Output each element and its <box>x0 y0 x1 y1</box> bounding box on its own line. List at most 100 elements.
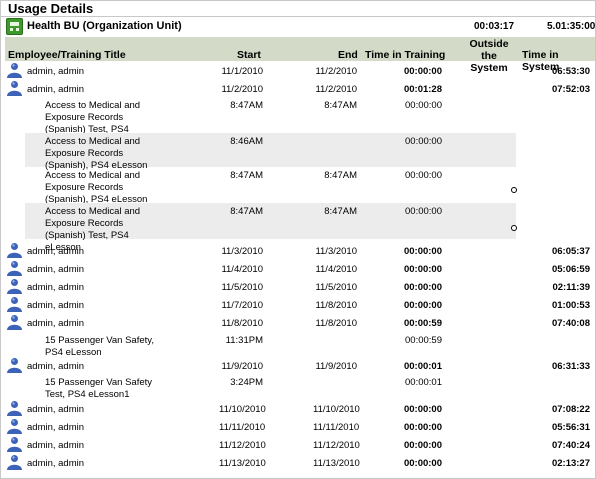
start-date: 11/5/2010 <box>221 282 263 293</box>
page-title: Usage Details <box>8 1 94 16</box>
end-date: 11/8/2010 <box>315 300 357 311</box>
start-date: 11/2/2010 <box>221 84 263 95</box>
org-total-system: 5.01:35:00 <box>547 21 596 32</box>
column-header-start[interactable]: Start <box>237 49 261 61</box>
training-row[interactable]: 15 Passenger Van Safety, PS4 eLesson 11:… <box>25 332 516 358</box>
training-start: 8:46AM <box>230 136 263 147</box>
start-date: 11/9/2010 <box>221 361 263 372</box>
time-in-system: 01:00:53 <box>551 300 590 311</box>
user-icon <box>6 357 23 374</box>
column-header-employee[interactable]: Employee/Training Title <box>8 49 126 61</box>
training-start: 11:31PM <box>225 335 263 346</box>
employee-name[interactable]: admin, admin <box>27 300 84 311</box>
end-date: 11/9/2010 <box>315 361 357 372</box>
training-title[interactable]: Access to Medical and Exposure Records (… <box>45 170 165 206</box>
employee-name[interactable]: admin, admin <box>27 282 84 293</box>
user-icon <box>6 278 23 295</box>
training-row[interactable]: Access to Medical and Exposure Records (… <box>25 97 516 147</box>
end-date: 11/5/2010 <box>315 282 357 293</box>
time-in-system: 07:52:03 <box>551 84 590 95</box>
end-date: 11/11/2010 <box>313 422 360 433</box>
time-in-system: 05:56:31 <box>551 422 590 433</box>
org-unit-row[interactable]: Health BU (Organization Unit) 00:03:17 5… <box>1 17 595 36</box>
employee-name[interactable]: admin, admin <box>27 404 84 415</box>
user-icon <box>6 454 23 471</box>
employee-name[interactable]: admin, admin <box>27 66 84 77</box>
time-in-system: 06:53:30 <box>551 66 590 77</box>
table-row[interactable]: admin, admin 11/2/2010 11/2/2010 00:01:2… <box>1 79 595 97</box>
time-in-training: 00:00:00 <box>403 246 442 257</box>
training-start: 3:24PM <box>230 377 263 388</box>
employee-name[interactable]: admin, admin <box>27 246 84 257</box>
org-total-training: 00:03:17 <box>474 21 515 32</box>
employee-name[interactable]: admin, admin <box>27 440 84 451</box>
time-in-system: 07:40:24 <box>551 440 590 451</box>
table-row[interactable]: admin, admin 11/7/2010 11/8/2010 00:00:0… <box>1 295 595 313</box>
employee-name[interactable]: admin, admin <box>27 264 84 275</box>
end-date: 11/4/2010 <box>315 264 357 275</box>
table-row[interactable]: admin, admin 11/11/2010 11/11/2010 00:00… <box>1 417 595 435</box>
time-in-training: 00:00:00 <box>403 458 442 469</box>
user-icon <box>6 62 23 79</box>
end-date: 11/8/2010 <box>315 318 357 329</box>
employee-name[interactable]: admin, admin <box>27 84 84 95</box>
employee-name[interactable]: admin, admin <box>27 318 84 329</box>
training-time: 00:00:00 <box>405 206 442 217</box>
table-row[interactable]: admin, admin 11/1/2010 11/2/2010 00:00:0… <box>1 61 595 79</box>
time-in-training: 00:00:00 <box>403 66 442 77</box>
table-header: Employee/Training Title Start End Time i… <box>5 37 595 74</box>
table-row[interactable]: admin, admin 11/3/2010 11/3/2010 00:00:0… <box>1 241 595 259</box>
time-in-system: 07:40:08 <box>551 318 590 329</box>
start-date: 11/13/2010 <box>219 458 266 469</box>
start-date: 11/4/2010 <box>221 264 263 275</box>
training-time: 00:00:00 <box>405 100 442 111</box>
training-row[interactable]: Access to Medical and Exposure Records (… <box>25 167 517 206</box>
employee-name[interactable]: admin, admin <box>27 422 84 433</box>
user-icon <box>6 436 23 453</box>
usage-details-report: Usage Details Health BU (Organization Un… <box>0 0 596 479</box>
start-date: 11/7/2010 <box>221 300 263 311</box>
table-row[interactable]: admin, admin 11/8/2010 11/8/2010 00:00:5… <box>1 313 595 331</box>
training-end: 8:47AM <box>324 170 357 181</box>
time-in-training: 00:00:00 <box>403 440 442 451</box>
column-header-time-in-training[interactable]: Time in Training <box>365 49 445 61</box>
table-row[interactable]: admin, admin 11/5/2010 11/5/2010 00:00:0… <box>1 277 595 295</box>
time-in-system: 05:06:59 <box>551 264 590 275</box>
start-date: 11/8/2010 <box>221 318 263 329</box>
training-end: 8:47AM <box>324 100 357 111</box>
training-start: 8:47AM <box>230 206 263 217</box>
table-row[interactable]: admin, admin 11/10/2010 11/10/2010 00:00… <box>1 399 595 417</box>
training-row[interactable]: 15 Passenger Van Safety Test, PS4 eLesso… <box>25 374 516 400</box>
org-unit-icon <box>6 18 23 35</box>
time-in-training: 00:00:00 <box>403 404 442 415</box>
table-row[interactable]: admin, admin 11/13/2010 11/13/2010 00:00… <box>1 453 595 471</box>
start-date: 11/12/2010 <box>219 440 266 451</box>
employee-name[interactable]: admin, admin <box>27 458 84 469</box>
column-header-end[interactable]: End <box>338 49 358 61</box>
time-in-training: 00:00:01 <box>403 361 442 372</box>
time-in-system: 06:05:37 <box>551 246 590 257</box>
end-date: 11/2/2010 <box>315 84 357 95</box>
training-title[interactable]: 15 Passenger Van Safety Test, PS4 eLesso… <box>45 377 165 401</box>
circle-marker-icon <box>511 187 517 193</box>
table-row[interactable]: admin, admin 11/12/2010 11/12/2010 00:00… <box>1 435 595 453</box>
user-icon <box>6 260 23 277</box>
table-row[interactable]: admin, admin 11/4/2010 11/4/2010 00:00:0… <box>1 259 595 277</box>
training-row[interactable]: Access to Medical and Exposure Records (… <box>25 133 516 171</box>
start-date: 11/11/2010 <box>219 422 266 433</box>
user-icon <box>6 418 23 435</box>
training-row[interactable]: Access to Medical and Exposure Records (… <box>25 203 517 253</box>
org-unit-name[interactable]: Health BU (Organization Unit) <box>27 20 182 32</box>
time-in-training: 00:00:00 <box>403 264 442 275</box>
training-start: 8:47AM <box>230 100 263 111</box>
training-time: 00:00:01 <box>405 377 442 388</box>
table-row[interactable]: admin, admin 11/9/2010 11/9/2010 00:00:0… <box>1 356 595 374</box>
user-icon <box>6 400 23 417</box>
training-time: 00:00:00 <box>405 170 442 181</box>
training-end: 8:47AM <box>324 206 357 217</box>
start-date: 11/1/2010 <box>221 66 263 77</box>
employee-name[interactable]: admin, admin <box>27 361 84 372</box>
training-start: 8:47AM <box>230 170 263 181</box>
end-date: 11/10/2010 <box>313 404 360 415</box>
time-in-system: 02:13:27 <box>551 458 590 469</box>
